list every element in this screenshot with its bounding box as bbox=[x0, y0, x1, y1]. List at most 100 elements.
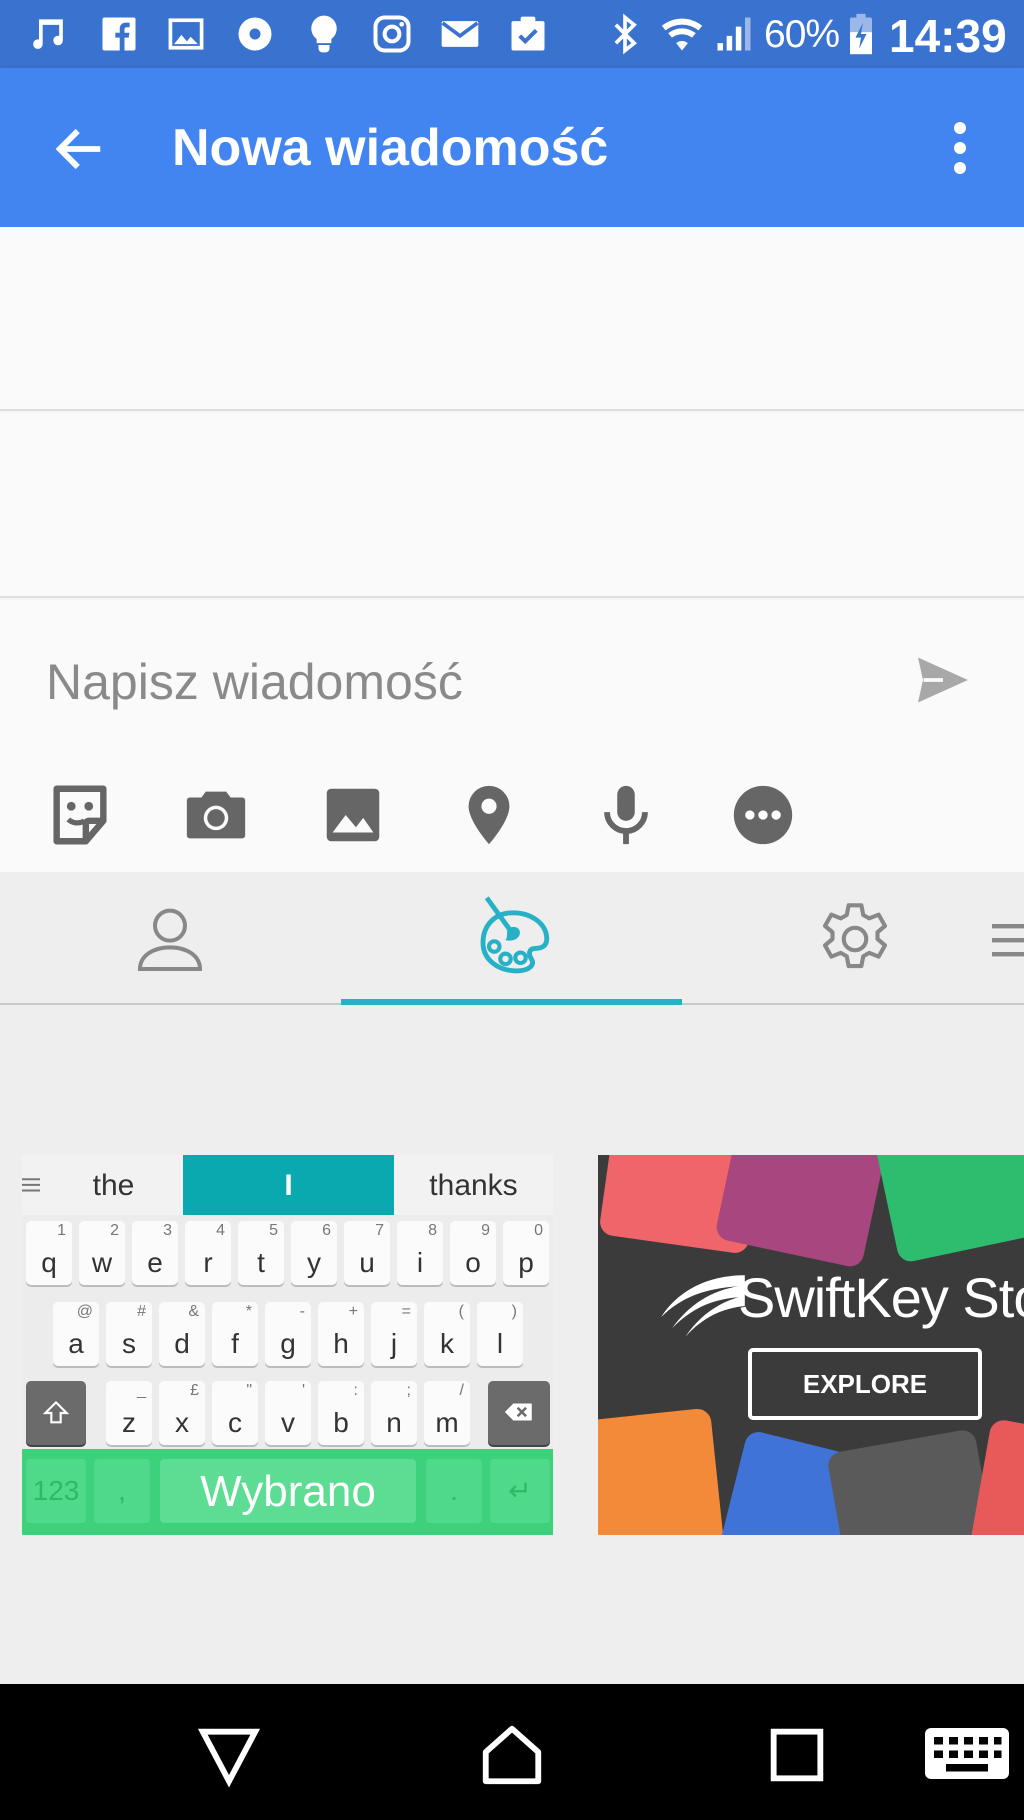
status-bar: 60% 14:39 bbox=[0, 0, 1024, 68]
key-primary-char: o bbox=[465, 1247, 481, 1278]
keyboard-key: 2w bbox=[79, 1221, 125, 1285]
tab-account[interactable] bbox=[130, 894, 210, 984]
keyboard-key: @ a bbox=[53, 1302, 99, 1366]
theme-card-swiftkey-store[interactable]: SwiftKey Store EXPLORE bbox=[598, 1155, 1024, 1535]
tab-settings[interactable] bbox=[810, 894, 900, 984]
key-primary-char: d bbox=[174, 1328, 190, 1359]
keyboard-key: # s bbox=[106, 1302, 152, 1366]
shift-key bbox=[26, 1381, 86, 1445]
key-secondary-char: 0 bbox=[534, 1222, 543, 1239]
settings-gear-icon bbox=[822, 903, 888, 969]
key-secondary-char: + bbox=[348, 1303, 358, 1320]
key-secondary-char: * bbox=[245, 1303, 252, 1320]
back-triangle-icon bbox=[197, 1728, 261, 1788]
swiftkey-hub: the I thanks 1q2w3e4r5t6y7u8i9o0p @ a # s & d… bbox=[0, 872, 1024, 1684]
camera-icon bbox=[186, 791, 246, 839]
key-primary-char: s bbox=[122, 1328, 136, 1359]
keyboard-key: 6y bbox=[291, 1221, 337, 1285]
send-icon bbox=[918, 657, 968, 703]
key-secondary-char: 9 bbox=[481, 1222, 490, 1239]
keyboard-key: = j bbox=[371, 1302, 417, 1366]
key-primary-char: l bbox=[496, 1328, 504, 1359]
keyboard-key: (k bbox=[424, 1302, 470, 1366]
period-key: . bbox=[426, 1459, 482, 1523]
location-button[interactable] bbox=[454, 780, 524, 850]
tab-themes[interactable] bbox=[468, 894, 558, 984]
key-secondary-char: ' bbox=[301, 1382, 305, 1399]
key-secondary-char: 1 bbox=[57, 1222, 66, 1239]
key-primary-char: j bbox=[390, 1328, 398, 1359]
nav-recents-button[interactable] bbox=[762, 1720, 832, 1790]
store-title: SwiftKey Store bbox=[738, 1266, 1024, 1329]
keyboard-key: 5t bbox=[238, 1221, 284, 1285]
hub-tab-bar bbox=[0, 872, 1024, 1005]
backspace-icon bbox=[504, 1403, 532, 1421]
prediction-bar: the I thanks bbox=[22, 1155, 553, 1215]
microphone-button[interactable] bbox=[591, 780, 661, 850]
key-primary-char: g bbox=[280, 1328, 296, 1359]
overflow-menu-button[interactable] bbox=[940, 120, 980, 176]
sticker-button[interactable] bbox=[45, 780, 115, 850]
message-input[interactable] bbox=[46, 652, 866, 712]
key-secondary-char: # bbox=[137, 1303, 146, 1320]
disc-icon bbox=[233, 12, 277, 56]
keyboard-key: £ x bbox=[159, 1381, 205, 1445]
key-secondary-char: 3 bbox=[163, 1222, 172, 1239]
keyboard-key: _ z bbox=[106, 1381, 152, 1445]
key-primary-char: h bbox=[333, 1328, 349, 1359]
key-primary-char: x bbox=[175, 1407, 189, 1438]
gallery-button[interactable] bbox=[318, 780, 388, 850]
keyboard-key: 0p bbox=[503, 1221, 549, 1285]
theme-card-keyboard-preview[interactable]: the I thanks 1q2w3e4r5t6y7u8i9o0p @ a # s & d… bbox=[22, 1155, 553, 1535]
send-button[interactable] bbox=[910, 650, 976, 710]
nav-back-button[interactable] bbox=[194, 1720, 264, 1790]
phone-screen: { "status_bar": { "battery_percent": "60… bbox=[0, 0, 1024, 1820]
key-secondary-char: 6 bbox=[322, 1222, 331, 1239]
swiftkey-logo-icon bbox=[661, 1275, 745, 1337]
key-primary-char: a bbox=[68, 1328, 84, 1359]
key-primary-char: k bbox=[440, 1328, 454, 1359]
keyboard-key: -g bbox=[265, 1302, 311, 1366]
key-primary-char: c bbox=[228, 1407, 242, 1438]
more-vert-icon bbox=[954, 122, 966, 174]
key-secondary-char: - bbox=[299, 1303, 305, 1320]
nav-home-button[interactable] bbox=[477, 1720, 547, 1790]
image-icon bbox=[326, 788, 380, 842]
battery-percent: 60% bbox=[764, 13, 840, 56]
keyboard-row-3: _ z £ x " c ' v: b; n / m bbox=[22, 1381, 553, 1445]
keyboard-key: 9o bbox=[450, 1221, 496, 1285]
back-button[interactable] bbox=[50, 122, 110, 176]
key-primary-char: f bbox=[231, 1328, 239, 1359]
prediction-middle: I bbox=[183, 1155, 394, 1215]
key-secondary-char: 7 bbox=[375, 1222, 384, 1239]
navigation-bar bbox=[0, 1684, 1024, 1820]
more-options-button[interactable] bbox=[728, 780, 798, 850]
more-horiz-icon bbox=[733, 785, 793, 845]
key-secondary-char: 4 bbox=[216, 1222, 225, 1239]
music-icon bbox=[28, 12, 72, 56]
camera-button[interactable] bbox=[181, 780, 251, 850]
explore-button[interactable]: EXPLORE bbox=[748, 1348, 982, 1420]
menu-icon bbox=[992, 924, 1024, 957]
image-icon bbox=[164, 12, 208, 56]
shift-icon bbox=[42, 1400, 70, 1424]
nav-keyboard-switch-button[interactable] bbox=[922, 1720, 1012, 1790]
keyboard-key: 1q bbox=[26, 1221, 72, 1285]
key-primary-char: r bbox=[203, 1247, 213, 1278]
app-bar: Nowa wiadomość bbox=[0, 68, 1024, 227]
menu-icon bbox=[22, 1178, 40, 1192]
key-primary-char: z bbox=[122, 1407, 136, 1438]
key-secondary-char: = bbox=[401, 1303, 411, 1320]
key-secondary-char: 8 bbox=[428, 1222, 437, 1239]
key-secondary-char: ; bbox=[406, 1382, 411, 1399]
enter-key: ↵ bbox=[490, 1459, 550, 1523]
message-composer bbox=[0, 600, 1024, 872]
keyboard-key: 3e bbox=[132, 1221, 178, 1285]
recipient-field[interactable] bbox=[0, 227, 1024, 411]
keyboard-key: 4r bbox=[185, 1221, 231, 1285]
keyboard-key: ; n bbox=[371, 1381, 417, 1445]
key-secondary-char: @ bbox=[76, 1303, 93, 1320]
keyboard-row-2: @ a # s & d * f - g + h = j(k) l bbox=[22, 1302, 553, 1366]
tab-menu[interactable] bbox=[988, 912, 1024, 1002]
microphone-icon bbox=[604, 785, 648, 845]
